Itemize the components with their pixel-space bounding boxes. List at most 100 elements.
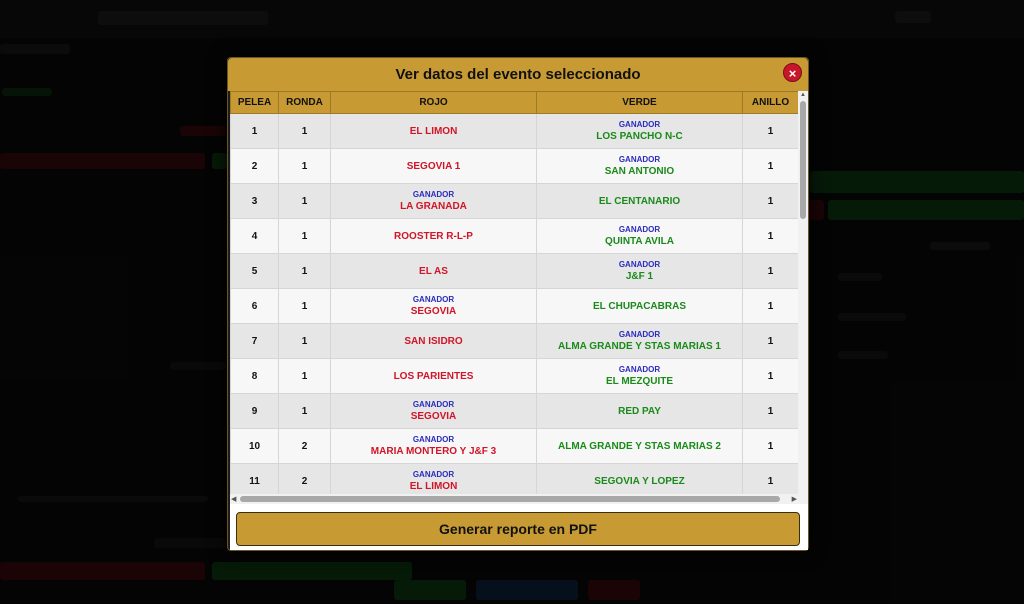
modal-footer: Generar reporte en PDF xyxy=(230,504,808,550)
rojo-team-name: SAN ISIDRO xyxy=(404,335,463,347)
rojo-team-name: EL LIMON xyxy=(409,125,458,137)
verde-team-name: QUINTA AVILA xyxy=(605,235,674,247)
rojo-team-name: ROOSTER R-L-P xyxy=(394,230,473,242)
cell-pelea: 2 xyxy=(230,148,279,184)
table-row[interactable]: 3 1 GANADOR LA GRANADA EL CENTANARIO 1 xyxy=(230,183,799,219)
cell-pelea: 6 xyxy=(230,288,279,324)
rojo-team-name: LA GRANADA xyxy=(400,200,467,212)
cell-rojo: EL LIMON xyxy=(330,113,537,149)
winner-label: GANADOR xyxy=(618,154,661,164)
cell-rojo: GANADOR SEGOVIA xyxy=(330,288,537,324)
cell-ronda: 1 xyxy=(278,218,331,254)
scroll-up-icon[interactable]: ▲ xyxy=(800,92,806,98)
vertical-scroll-thumb[interactable] xyxy=(800,101,806,219)
cell-ronda: 1 xyxy=(278,113,331,149)
cell-ronda: 1 xyxy=(278,393,331,429)
rojo-team-name: LOS PARIENTES xyxy=(393,370,474,382)
column-header-ronda: RONDA xyxy=(278,91,331,114)
scroll-left-icon[interactable]: ◀ xyxy=(231,495,236,503)
cell-anillo: 1 xyxy=(742,288,799,324)
cell-ronda: 1 xyxy=(278,148,331,184)
verde-team-name: EL CENTANARIO xyxy=(598,195,681,207)
rojo-team-name: SEGOVIA xyxy=(410,305,457,317)
cell-anillo: 1 xyxy=(742,323,799,359)
cell-pelea: 8 xyxy=(230,358,279,394)
events-table-container[interactable]: PELEA RONDA ROJO VERDE ANILLO 1 1 EL LIMON… xyxy=(230,91,808,504)
cell-verde: EL CENTANARIO xyxy=(536,183,743,219)
cell-ronda: 1 xyxy=(278,183,331,219)
table-row[interactable]: 9 1 GANADOR SEGOVIA RED PAY 1 xyxy=(230,393,799,429)
scroll-right-icon[interactable]: ▶ xyxy=(792,495,797,503)
rojo-team-name: SEGOVIA xyxy=(410,410,457,422)
cell-verde: GANADOR LOS PANCHO N-C xyxy=(536,113,743,149)
cell-anillo: 1 xyxy=(742,148,799,184)
table-row[interactable]: 5 1 EL AS GANADOR J&F 11 xyxy=(230,253,799,289)
winner-label: GANADOR xyxy=(412,434,455,444)
table-row[interactable]: 8 1 LOS PARIENTES GANADOR EL MEZQUITE 1 xyxy=(230,358,799,394)
cell-anillo: 1 xyxy=(742,113,799,149)
winner-label: GANADOR xyxy=(412,469,455,479)
cell-ronda: 1 xyxy=(278,323,331,359)
cell-verde: GANADOR J&F 1 xyxy=(536,253,743,289)
cell-anillo: 1 xyxy=(742,428,799,464)
cell-anillo: 1 xyxy=(742,183,799,219)
table-row[interactable]: 10 2 GANADOR MARIA MONTERO Y J&F 3 ALMA GRAN… xyxy=(230,428,799,464)
column-header-anillo: ANILLO xyxy=(742,91,799,114)
cell-rojo: SAN ISIDRO xyxy=(330,323,537,359)
cell-rojo: GANADOR LA GRANADA xyxy=(330,183,537,219)
winner-label: GANADOR xyxy=(618,224,661,234)
cell-ronda: 1 xyxy=(278,288,331,324)
rojo-team-name: SEGOVIA 1 xyxy=(406,160,461,172)
cell-pelea: 7 xyxy=(230,323,279,359)
horizontal-scroll-thumb[interactable] xyxy=(240,496,780,502)
cell-rojo: ROOSTER R-L-P xyxy=(330,218,537,254)
close-button[interactable]: × xyxy=(783,63,802,82)
horizontal-scrollbar[interactable]: ◀ ▶ xyxy=(230,494,798,504)
cell-rojo: GANADOR SEGOVIA xyxy=(330,393,537,429)
column-header-pelea: PELEA xyxy=(230,91,279,114)
verde-team-name: ALMA GRANDE Y STAS MARIAS 1 xyxy=(558,340,721,352)
cell-ronda: 2 xyxy=(278,428,331,464)
cell-verde: ALMA GRANDE Y STAS MARIAS 2 xyxy=(536,428,743,464)
cell-ronda: 1 xyxy=(278,253,331,289)
winner-label: GANADOR xyxy=(618,329,661,339)
rojo-team-name: EL LIMON xyxy=(409,480,458,492)
cell-pelea: 9 xyxy=(230,393,279,429)
table-row[interactable]: 1 1 EL LIMON GANADOR LOS PANCHO N-C 1 xyxy=(230,113,799,149)
table-row[interactable]: 7 1 SAN ISIDRO GANADOR ALMA GRANDE Y STAS MA… xyxy=(230,323,799,359)
modal-header: Ver datos del evento seleccionado × xyxy=(228,58,808,91)
cell-verde: GANADOR ALMA GRANDE Y STAS MARIAS 1 xyxy=(536,323,743,359)
cell-pelea: 5 xyxy=(230,253,279,289)
event-details-modal: Ver datos del evento seleccionado × PELE… xyxy=(227,57,809,551)
table-row[interactable]: 4 1 ROOSTER R-L-P GANADOR QUINTA AVILA 1 xyxy=(230,218,799,254)
cell-anillo: 1 xyxy=(742,393,799,429)
cell-pelea: 1 xyxy=(230,113,279,149)
table-row[interactable]: 6 1 GANADOR SEGOVIA EL CHUPACABRAS 1 xyxy=(230,288,799,324)
generate-pdf-button[interactable]: Generar reporte en PDF xyxy=(236,512,800,546)
cell-rojo: GANADOR MARIA MONTERO Y J&F 3 xyxy=(330,428,537,464)
cell-ronda: 1 xyxy=(278,358,331,394)
cell-verde: GANADOR EL MEZQUITE xyxy=(536,358,743,394)
column-header-rojo: ROJO xyxy=(330,91,537,114)
vertical-scrollbar[interactable]: ▲ xyxy=(798,91,808,504)
winner-label: GANADOR xyxy=(412,294,455,304)
verde-team-name: LOS PANCHO N-C xyxy=(596,130,683,142)
winner-label: GANADOR xyxy=(412,189,455,199)
modal-title: Ver datos del evento seleccionado xyxy=(395,66,641,83)
cell-verde: RED PAY xyxy=(536,393,743,429)
cell-anillo: 1 xyxy=(742,218,799,254)
cell-rojo: LOS PARIENTES xyxy=(330,358,537,394)
cell-pelea: 3 xyxy=(230,183,279,219)
cell-pelea: 4 xyxy=(230,218,279,254)
table-row[interactable]: 2 1 SEGOVIA 1 GANADOR SAN ANTONIO 1 xyxy=(230,148,799,184)
verde-team-name: SAN ANTONIO xyxy=(604,165,675,177)
cell-rojo: EL AS xyxy=(330,253,537,289)
table-header-row: PELEA RONDA ROJO VERDE ANILLO xyxy=(230,91,799,114)
cell-pelea: 10 xyxy=(230,428,279,464)
cell-anillo: 1 xyxy=(742,358,799,394)
verde-team-name: J&F 1 xyxy=(625,270,654,282)
rojo-team-name: MARIA MONTERO Y J&F 3 xyxy=(370,445,497,457)
cell-verde: EL CHUPACABRAS xyxy=(536,288,743,324)
verde-team-name: ALMA GRANDE Y STAS MARIAS 2 xyxy=(558,440,721,452)
verde-team-name: EL CHUPACABRAS xyxy=(593,300,686,312)
